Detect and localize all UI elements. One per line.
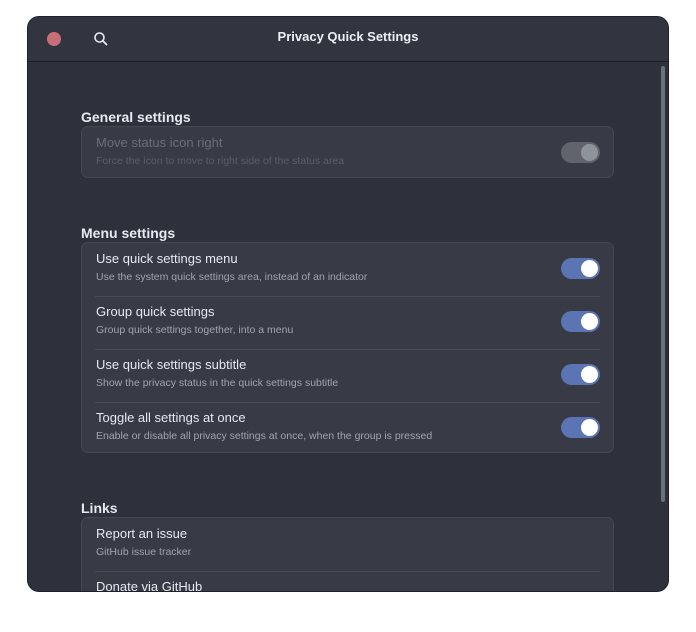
row-title: Donate via GitHub	[96, 579, 203, 592]
row-toggle-all-settings[interactable]: Toggle all settings at once Enable or di…	[82, 402, 613, 452]
use-quick-settings-subtitle-switch[interactable]	[561, 364, 600, 385]
menu-settings-group: Use quick settings menu Use the system q…	[81, 242, 614, 453]
search-icon[interactable]	[92, 30, 110, 48]
move-status-icon-right-switch	[561, 142, 600, 163]
row-subtitle: Use the system quick settings area, inst…	[96, 271, 368, 283]
row-subtitle: Show the privacy status in the quick set…	[96, 377, 339, 389]
row-title: Move status icon right	[96, 135, 223, 150]
switch-knob	[581, 366, 598, 383]
switch-knob	[581, 144, 598, 161]
row-title: Use quick settings subtitle	[96, 357, 247, 372]
link-donate-github[interactable]: Donate via GitHub	[82, 571, 613, 592]
row-use-quick-settings-menu[interactable]: Use quick settings menu Use the system q…	[82, 243, 613, 296]
row-use-quick-settings-subtitle[interactable]: Use quick settings subtitle Show the pri…	[82, 349, 613, 402]
close-icon[interactable]	[47, 32, 61, 46]
row-subtitle: Group quick settings together, into a me…	[96, 324, 294, 336]
row-subtitle: GitHub issue tracker	[96, 546, 192, 558]
preferences-window: Privacy Quick Settings General settings …	[27, 16, 669, 592]
row-title: Toggle all settings at once	[96, 410, 246, 425]
section-title-general: General settings	[81, 109, 191, 125]
row-title: Report an issue	[96, 526, 188, 541]
group-quick-settings-switch[interactable]	[561, 311, 600, 332]
row-move-status-icon-right: Move status icon right Force the icon to…	[82, 127, 613, 177]
use-quick-settings-menu-switch[interactable]	[561, 258, 600, 279]
links-group: Report an issue GitHub issue tracker Don…	[81, 517, 614, 592]
row-subtitle: Enable or disable all privacy settings a…	[96, 430, 433, 442]
settings-page: General settings Move status icon right …	[28, 62, 668, 592]
switch-knob	[581, 260, 598, 277]
switch-knob	[581, 419, 598, 436]
general-settings-group: Move status icon right Force the icon to…	[81, 126, 614, 178]
window-title: Privacy Quick Settings	[277, 29, 419, 44]
row-group-quick-settings[interactable]: Group quick settings Group quick setting…	[82, 296, 613, 349]
row-title: Group quick settings	[96, 304, 215, 319]
row-title: Use quick settings menu	[96, 251, 238, 266]
vertical-scrollbar[interactable]	[661, 66, 665, 502]
toggle-all-settings-switch[interactable]	[561, 417, 600, 438]
link-report-issue[interactable]: Report an issue GitHub issue tracker	[82, 518, 613, 571]
section-title-menu: Menu settings	[81, 225, 176, 241]
row-subtitle: Force the icon to move to right side of …	[96, 155, 345, 167]
header-bar: Privacy Quick Settings	[28, 17, 668, 62]
section-title-links: Links	[81, 500, 118, 516]
switch-knob	[581, 313, 598, 330]
